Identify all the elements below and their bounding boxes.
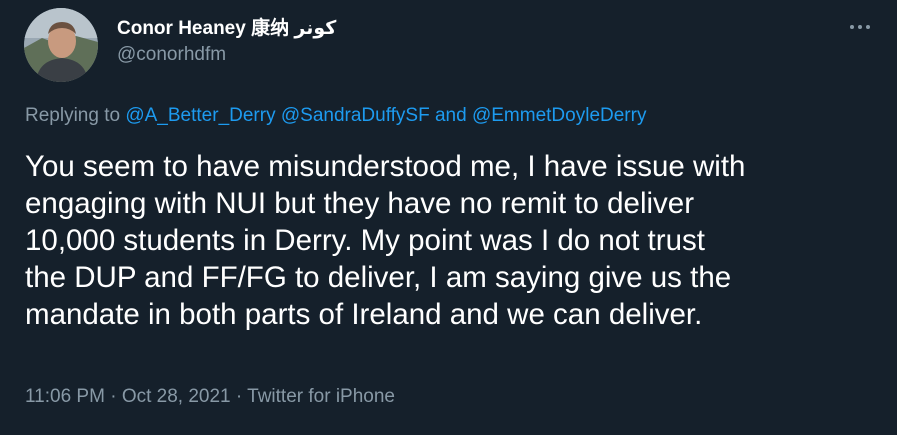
avatar-photo [24, 8, 98, 82]
avatar[interactable] [24, 8, 98, 82]
more-horizontal-icon-dot [866, 25, 870, 29]
tweet-time[interactable]: 11:06 PM [25, 386, 105, 407]
more-horizontal-icon [850, 25, 854, 29]
mention-conjunction[interactable]: and [435, 105, 467, 126]
replying-to: Replying to @A_Better_Derry @SandraDuffy… [25, 105, 646, 127]
tweet-text-line: engaging with NUI but they have no remit… [25, 187, 695, 220]
replying-to-label: Replying to [25, 105, 121, 126]
mention-link[interactable]: @EmmetDoyleDerry [472, 105, 646, 126]
user-handle[interactable]: @conorhdfm [117, 44, 226, 66]
tweet-detail: Conor Heaney 康纳 كونر @conorhdfm Replying… [0, 0, 897, 435]
tweet-text-line: You seem to have misunderstood me, I hav… [25, 150, 746, 183]
tweet-text-line: the DUP and FF/FG to deliver, I am sayin… [25, 261, 732, 294]
tweet-source[interactable]: Twitter for iPhone [247, 386, 395, 407]
tweet-metadata: 11:06 PM · Oct 28, 2021 · Twitter for iP… [25, 386, 395, 408]
tweet-text: You seem to have misunderstood me, I hav… [25, 148, 875, 333]
meta-separator: · [235, 386, 243, 407]
more-options-button[interactable] [842, 12, 878, 42]
tweet-text-line: 10,000 students in Derry. My point was I… [25, 224, 705, 257]
mention-link[interactable]: @SandraDuffySF [281, 105, 430, 126]
tweet-date[interactable]: Oct 28, 2021 [122, 386, 231, 407]
display-name[interactable]: Conor Heaney 康纳 كونر [117, 13, 336, 40]
tweet-text-line: mandate in both parts of Ireland and we … [25, 298, 703, 331]
more-horizontal-icon-dot [858, 25, 862, 29]
mention-link[interactable]: @A_Better_Derry [125, 105, 275, 126]
meta-separator: · [110, 386, 117, 407]
